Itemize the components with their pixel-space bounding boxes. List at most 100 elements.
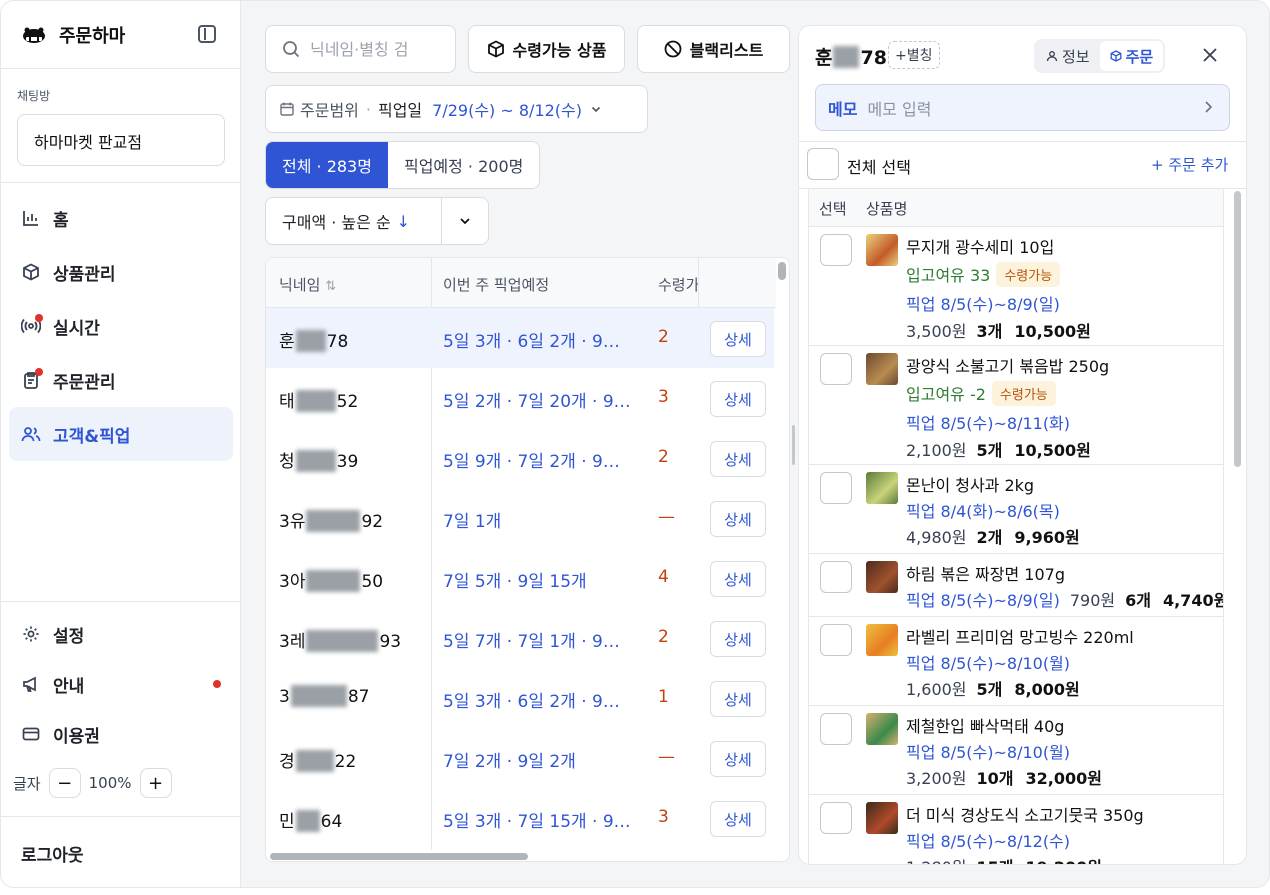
add-alias-button[interactable]: +별칭 bbox=[888, 41, 940, 69]
tab-all[interactable]: 전체 · 283명 bbox=[266, 142, 388, 188]
table-row[interactable]: 3아 50 7일 5개 · 9일 15개 4 상세 bbox=[266, 548, 774, 608]
table-row[interactable]: 3레 93 5일 7개 · 7일 1개 · 9… 2 상세 bbox=[266, 608, 774, 668]
room-selector[interactable]: 하마마켓 판교점 bbox=[17, 114, 225, 166]
order-checkbox[interactable] bbox=[820, 353, 852, 385]
table-header: 닉네임 ⇅ 이번 주 픽업예정 수령가 bbox=[266, 258, 776, 308]
order-checkbox[interactable] bbox=[820, 472, 852, 504]
unit-price: 1,280원 bbox=[906, 858, 967, 864]
room-label: 채팅방 bbox=[17, 89, 51, 103]
status-badge: 수령가능 bbox=[996, 262, 1061, 287]
nickname-suffix: 92 bbox=[361, 512, 384, 532]
memo-field[interactable]: 메모 메모 입력 bbox=[815, 84, 1230, 131]
product-name: 제철한입 빠삭먹태 40g bbox=[906, 717, 1065, 736]
pickup-period: 픽업 8/5(수)~8/12(수) bbox=[906, 832, 1071, 851]
column-header-product: 상품명 bbox=[866, 200, 908, 218]
font-increase-button[interactable]: + bbox=[139, 768, 172, 798]
select-all-checkbox[interactable] bbox=[807, 148, 839, 180]
detail-button[interactable]: 상세 bbox=[710, 561, 766, 597]
sort-selector[interactable]: 구매액 · 높은 순 ↓ bbox=[265, 197, 489, 245]
pickup-plan: 5일 3개 · 7일 15개 · 9… bbox=[443, 812, 631, 832]
column-header-nickname[interactable]: 닉네임 ⇅ bbox=[279, 274, 336, 295]
detail-button[interactable]: 상세 bbox=[710, 501, 766, 537]
sort-dropdown-toggle[interactable] bbox=[442, 214, 488, 228]
pickup-plan: 7일 2개 · 9일 2개 bbox=[443, 752, 576, 772]
box-icon bbox=[1110, 50, 1122, 62]
detail-button[interactable]: 상세 bbox=[710, 681, 766, 717]
search-input[interactable] bbox=[310, 39, 450, 59]
vertical-scrollbar[interactable] bbox=[1234, 191, 1241, 467]
redacted-name bbox=[306, 509, 361, 532]
price-line: 1,600원 5개 8,000원 bbox=[906, 676, 1080, 700]
tab-order[interactable]: 주문 bbox=[1099, 41, 1164, 71]
quantity: 5개 bbox=[976, 441, 1003, 460]
font-decrease-button[interactable]: − bbox=[48, 768, 81, 798]
nav-item-products[interactable]: 상품관리 bbox=[9, 245, 233, 299]
pickup-plan: 7일 1개 bbox=[443, 512, 502, 532]
nav-item-home[interactable]: 홈 bbox=[9, 191, 233, 245]
customer-filter-tabs: 전체 · 283명 픽업예정 · 200명 bbox=[265, 141, 541, 189]
hippo-logo-icon bbox=[23, 27, 45, 43]
redacted-name bbox=[290, 684, 347, 707]
pickup-count: — bbox=[658, 747, 675, 767]
tab-info[interactable]: 정보 bbox=[1036, 41, 1100, 71]
range-dates: 7/29(수) ~ 8/12(수) bbox=[432, 101, 583, 120]
table-row[interactable]: 훈 78 5일 3개 · 6일 2개 · 9… 2 상세 bbox=[266, 308, 774, 368]
table-row[interactable]: 3 87 5일 3개 · 6일 2개 · 9… 1 상세 bbox=[266, 668, 774, 728]
order-checkbox[interactable] bbox=[820, 234, 852, 266]
tab-pickup-scheduled[interactable]: 픽업예정 · 200명 bbox=[388, 142, 539, 188]
detail-button[interactable]: 상세 bbox=[710, 381, 766, 417]
price-line: 4,980원 2개 9,960원 bbox=[906, 524, 1080, 548]
order-list: 선택 상품명 무지개 광수세미 10입 입고여유 33 수령가능 픽업 8/5(수)~… bbox=[808, 189, 1224, 864]
order-checkbox[interactable] bbox=[820, 561, 852, 593]
clipboard-icon bbox=[21, 368, 43, 390]
nickname-suffix: 52 bbox=[336, 392, 359, 412]
order-checkbox[interactable] bbox=[820, 802, 852, 834]
vertical-scrollbar[interactable] bbox=[778, 262, 786, 280]
detail-button[interactable]: 상세 bbox=[710, 441, 766, 477]
available-products-button[interactable]: 수령가능 상품 bbox=[468, 25, 625, 73]
nav-item-notice[interactable]: 안내 bbox=[9, 659, 233, 709]
nav-item-subscription[interactable]: 이용권 bbox=[9, 709, 233, 759]
table-row[interactable]: 3유 92 7일 1개 — 상세 bbox=[266, 488, 774, 548]
font-size-value: 100% bbox=[88, 774, 132, 792]
search-box[interactable] bbox=[265, 25, 456, 73]
main-nav: 홈 상품관리 실시간 주문관리 고객&픽업 bbox=[9, 191, 233, 461]
total-price: 10,500원 bbox=[1014, 441, 1091, 460]
nav-item-live[interactable]: 실시간 bbox=[9, 299, 233, 353]
button-label: 블랙리스트 bbox=[689, 41, 764, 60]
logout-button[interactable]: 로그아웃 bbox=[21, 841, 84, 866]
panel-resize-handle[interactable] bbox=[792, 425, 795, 465]
blacklist-button[interactable]: 블랙리스트 bbox=[637, 25, 790, 73]
order-checkbox[interactable] bbox=[820, 713, 852, 745]
detail-button[interactable]: 상세 bbox=[710, 741, 766, 777]
sidebar-collapse-icon[interactable] bbox=[198, 25, 216, 43]
redacted-name bbox=[295, 389, 336, 412]
product-thumbnail bbox=[866, 561, 898, 593]
detail-button[interactable]: 상세 bbox=[710, 801, 766, 837]
close-icon[interactable] bbox=[1201, 46, 1219, 64]
nickname-prefix: 태 bbox=[279, 392, 295, 412]
table-row[interactable]: 청 39 5일 9개 · 7일 2개 · 9… 2 상세 bbox=[266, 428, 774, 488]
unit-price: 3,200원 bbox=[906, 769, 967, 788]
nav-item-orders[interactable]: 주문관리 bbox=[9, 353, 233, 407]
box-icon bbox=[21, 262, 41, 282]
detail-button[interactable]: 상세 bbox=[710, 621, 766, 657]
order-checkbox[interactable] bbox=[820, 624, 852, 656]
order-range-picker[interactable]: 주문범위 · 픽업일 7/29(수) ~ 8/12(수) bbox=[265, 85, 648, 133]
nav-item-customers[interactable]: 고객&픽업 bbox=[9, 407, 233, 461]
horizontal-scrollbar[interactable] bbox=[270, 853, 528, 860]
detail-button[interactable]: 상세 bbox=[710, 321, 766, 357]
table-row[interactable]: 민 64 5일 3개 · 7일 15개 · 9… 3 상세 bbox=[266, 788, 774, 848]
order-item: 더 미식 경상도식 소고기뭇국 350g 픽업 8/5(수)~8/12(수) 1,2… bbox=[809, 795, 1223, 864]
add-order-button[interactable]: + 주문 추가 bbox=[1151, 154, 1228, 175]
quantity: 3개 bbox=[976, 322, 1003, 341]
redacted-name bbox=[295, 329, 326, 352]
customer-detail-panel: 훈 78 +별칭 정보 주문 메모 메모 입력 전체 선택 + 주문 추가 선택 bbox=[798, 25, 1247, 865]
table-row[interactable]: 태 52 5일 2개 · 7일 20개 · 9… 3 상세 bbox=[266, 368, 774, 428]
nav-item-settings[interactable]: 설정 bbox=[9, 609, 233, 659]
range-type: 픽업일 bbox=[377, 101, 423, 120]
memo-placeholder: 메모 입력 bbox=[867, 99, 932, 119]
column-divider bbox=[698, 258, 699, 308]
table-row[interactable]: 경 22 7일 2개 · 9일 2개 — 상세 bbox=[266, 728, 774, 788]
pickup-plan: 7일 5개 · 9일 15개 bbox=[443, 572, 587, 592]
